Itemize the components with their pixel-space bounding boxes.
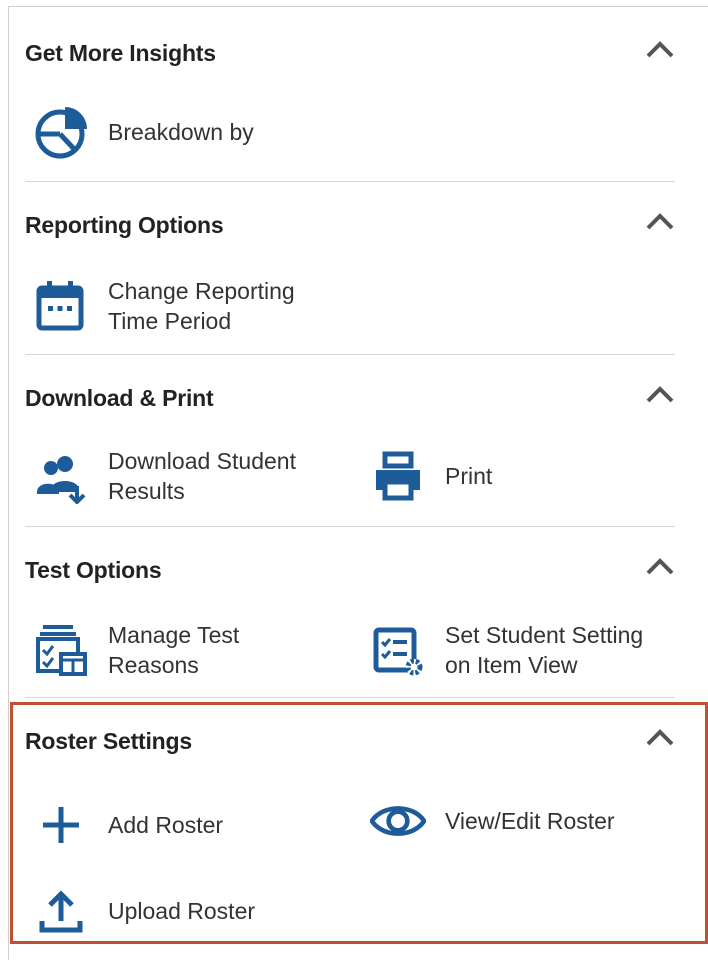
action-label: Change Reporting Time Period xyxy=(108,278,295,334)
section-title: Test Options xyxy=(25,557,162,583)
section-title: Get More Insights xyxy=(25,40,216,66)
chevron-up-icon xyxy=(646,729,674,746)
divider xyxy=(25,181,675,182)
divider xyxy=(25,697,675,698)
action-label: Download Student Results xyxy=(108,448,296,504)
upload-icon xyxy=(33,883,89,939)
section-title: Roster Settings xyxy=(25,728,192,754)
manage-reasons-icon xyxy=(33,622,89,678)
chevron-up-icon xyxy=(646,558,674,575)
add-roster-action[interactable]: Add Roster xyxy=(33,797,223,853)
action-label: Breakdown by xyxy=(108,119,254,145)
manage-test-reasons-action[interactable]: Manage Test Reasons xyxy=(33,620,239,680)
action-label: Upload Roster xyxy=(108,898,256,924)
set-student-setting-action[interactable]: Set Student Setting on Item View xyxy=(370,620,643,680)
plus-icon xyxy=(33,797,89,853)
download-students-icon xyxy=(33,448,89,504)
collapse-button[interactable] xyxy=(643,32,677,66)
eye-icon xyxy=(370,793,426,849)
breakdown-by-action[interactable]: Breakdown by xyxy=(33,104,254,160)
change-reporting-period-action[interactable]: Change Reporting Time Period xyxy=(33,276,295,336)
section-title: Download & Print xyxy=(25,385,214,411)
printer-icon xyxy=(370,448,426,504)
collapse-button[interactable] xyxy=(643,204,677,238)
section-title: Reporting Options xyxy=(25,212,224,238)
divider xyxy=(25,526,675,527)
calendar-icon xyxy=(33,278,89,334)
collapse-button[interactable] xyxy=(643,720,677,754)
action-label: Set Student Setting on Item View xyxy=(445,622,644,678)
checklist-settings-icon xyxy=(370,622,426,678)
print-action[interactable]: Print xyxy=(370,448,492,504)
action-label: Add Roster xyxy=(108,812,224,838)
view-edit-roster-action[interactable]: View/Edit Roster xyxy=(370,793,615,849)
collapse-button[interactable] xyxy=(643,549,677,583)
collapse-button[interactable] xyxy=(643,377,677,411)
chevron-up-icon xyxy=(646,386,674,403)
action-label: View/Edit Roster xyxy=(445,808,615,834)
action-label: Print xyxy=(445,463,493,489)
divider xyxy=(25,354,675,355)
pie-chart-icon xyxy=(33,104,89,160)
upload-roster-action[interactable]: Upload Roster xyxy=(33,883,255,939)
chevron-up-icon xyxy=(646,213,674,230)
chevron-up-icon xyxy=(646,41,674,58)
action-label: Manage Test Reasons xyxy=(108,622,240,678)
download-student-results-action[interactable]: Download Student Results xyxy=(33,446,296,506)
